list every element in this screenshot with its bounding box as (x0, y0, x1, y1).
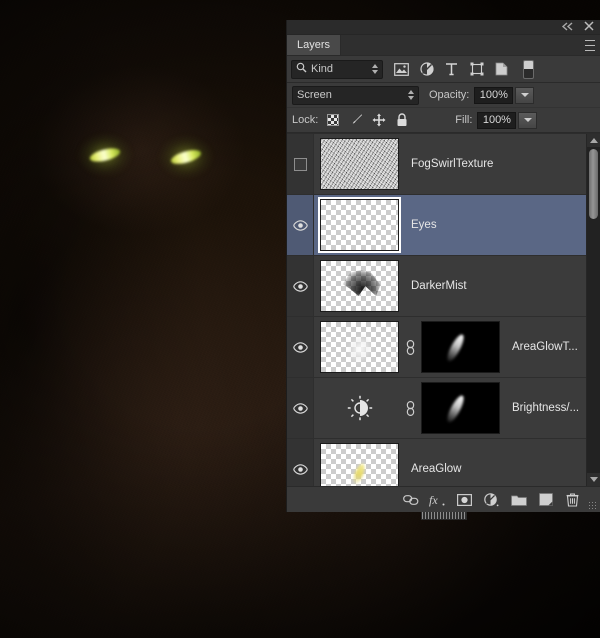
layer-thumbnail-wrap (320, 260, 399, 312)
blend-mode-spinner[interactable] (408, 89, 414, 100)
layer-row[interactable]: DarkerMist (287, 256, 586, 317)
filter-adjustment-layers-icon[interactable] (414, 58, 439, 80)
layer-row[interactable]: AreaGlowT... (287, 317, 586, 378)
brightness-contrast-icon[interactable] (320, 382, 399, 434)
new-group-button[interactable] (505, 488, 532, 512)
layer-thumbnail-wrap (320, 382, 399, 434)
panel-resize-grip[interactable] (588, 501, 597, 510)
panel-menu-icon[interactable] (581, 40, 595, 51)
layer-row[interactable]: AreaGlow (287, 439, 586, 486)
opacity-input[interactable]: 100% (474, 86, 514, 104)
layer-name-label[interactable]: FogSwirlTexture (411, 158, 493, 170)
tab-row-filler (341, 35, 600, 55)
layer-thumbnail-wrap (320, 443, 399, 486)
layer-visibility-eye-icon[interactable] (287, 378, 314, 438)
blend-mode-select[interactable]: Screen (292, 85, 419, 105)
lock-transparent-pixels-icon[interactable] (326, 113, 340, 127)
layers-panel: Layers Kind Screen Opacity: 100% Lock: F… (286, 20, 600, 520)
layer-row[interactable]: FogSwirlTexture (287, 134, 586, 195)
layer-name-label[interactable]: AreaGlowT... (512, 341, 578, 353)
layer-visibility-eye-icon[interactable] (287, 317, 314, 377)
lock-all-icon[interactable] (395, 113, 409, 127)
filter-enable-toggle[interactable] (523, 59, 534, 79)
layer-mask-thumbnail[interactable] (421, 382, 500, 434)
scrollbar-track[interactable] (587, 147, 600, 473)
new-adjustment-layer-button[interactable] (478, 488, 505, 512)
fill-label: Fill: (455, 114, 473, 126)
layers-bottom-toolbar: fx (287, 486, 600, 520)
layer-visibility-eye-icon[interactable] (287, 439, 314, 486)
layer-row[interactable]: Eyes (287, 195, 586, 256)
lock-icon-group (326, 113, 409, 127)
opacity-label: Opacity: (429, 89, 470, 101)
filter-type-icons (389, 58, 514, 80)
layer-thumbnail[interactable] (320, 138, 399, 190)
layer-style-button[interactable]: fx (424, 488, 451, 512)
layer-list-scrollbar[interactable] (586, 134, 600, 486)
fill-input[interactable]: 100% (477, 111, 517, 129)
panel-titlebar (287, 20, 600, 35)
lock-image-pixels-icon[interactable] (349, 113, 363, 127)
screenshot-root: Layers Kind Screen Opacity: 100% Lock: F… (0, 0, 600, 638)
filter-kind-select[interactable]: Kind (291, 59, 383, 79)
tab-layers-label: Layers (297, 39, 331, 51)
scroll-down-arrow-icon[interactable] (587, 473, 600, 486)
cat-eye-right (159, 136, 213, 178)
layer-name-label[interactable]: AreaGlow (411, 463, 462, 475)
layer-name-label[interactable]: Brightness/... (512, 402, 579, 414)
layer-name-label[interactable]: DarkerMist (411, 280, 467, 292)
layer-filter-row: Kind (287, 56, 600, 83)
opacity-dropdown-button[interactable] (515, 86, 535, 104)
filter-kind-spinner[interactable] (372, 63, 378, 74)
delete-layer-button[interactable] (559, 488, 586, 512)
add-layer-mask-button[interactable] (451, 488, 478, 512)
blend-mode-row: Screen Opacity: 100% (287, 83, 600, 108)
filter-pixel-layers-icon[interactable] (389, 58, 414, 80)
layer-thumbnail-wrap (320, 138, 399, 190)
layer-name-label[interactable]: Eyes (411, 219, 437, 231)
cat-eye-left (78, 134, 132, 176)
filter-smart-object-icon[interactable] (489, 58, 514, 80)
layer-thumbnail[interactable] (320, 321, 399, 373)
layer-row[interactable]: Brightness/... (287, 378, 586, 439)
opacity-value: 100% (479, 89, 508, 101)
close-icon[interactable] (584, 21, 594, 33)
filter-type-layers-icon[interactable] (439, 58, 464, 80)
link-layers-button[interactable] (397, 488, 424, 512)
blend-mode-value: Screen (297, 89, 332, 101)
filter-shape-layers-icon[interactable] (464, 58, 489, 80)
layer-thumbnail[interactable] (320, 443, 399, 486)
layer-list[interactable]: FogSwirlTexture Eyes DarkerMist AreaGlowT..… (287, 133, 600, 486)
layer-thumbnail[interactable] (320, 260, 399, 312)
layer-visibility-empty-icon[interactable] (287, 134, 314, 194)
new-layer-button[interactable] (532, 488, 559, 512)
scroll-up-arrow-icon[interactable] (587, 134, 600, 147)
search-icon (296, 62, 307, 76)
lock-row: Lock: Fill: 100% (287, 108, 600, 133)
collapse-double-arrow-icon[interactable] (561, 21, 574, 33)
filter-kind-value: Kind (311, 63, 334, 75)
layer-mask-link-icon[interactable] (403, 339, 417, 355)
panel-tab-row: Layers (287, 35, 600, 56)
panel-bottom-resize-handle[interactable] (420, 512, 467, 520)
layer-thumbnail[interactable] (318, 197, 401, 253)
lock-position-icon[interactable] (372, 113, 386, 127)
layer-thumbnail-wrap (320, 321, 399, 373)
svg-text:fx: fx (429, 493, 438, 507)
layer-visibility-eye-icon[interactable] (287, 195, 314, 255)
fill-dropdown-button[interactable] (518, 111, 538, 129)
scrollbar-thumb[interactable] (589, 149, 598, 219)
lock-label: Lock: (292, 114, 319, 126)
tab-layers[interactable]: Layers (287, 35, 342, 55)
layer-thumbnail-wrap (318, 197, 401, 253)
layer-mask-link-icon[interactable] (403, 400, 417, 416)
fill-value: 100% (482, 114, 511, 126)
layer-rows: FogSwirlTexture Eyes DarkerMist AreaGlowT..… (287, 134, 586, 486)
layer-mask-thumbnail[interactable] (421, 321, 500, 373)
layer-visibility-eye-icon[interactable] (287, 256, 314, 316)
